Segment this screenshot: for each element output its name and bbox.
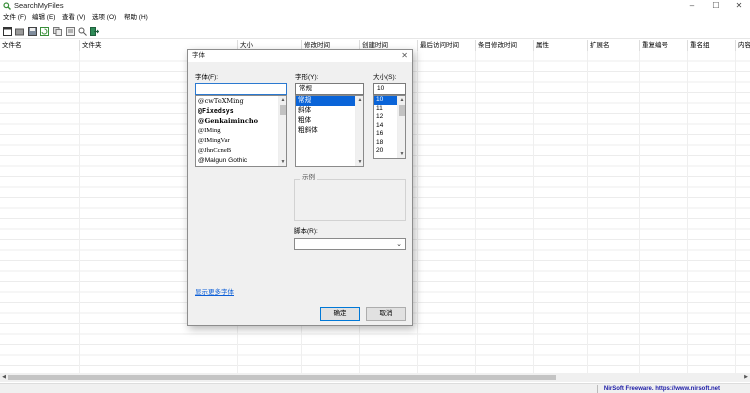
column-divider [79,51,80,373]
scroll-down-icon[interactable]: ▼ [356,158,363,166]
menu-file[interactable]: 文件 (F) [3,12,26,24]
close-button[interactable]: ✕ [728,0,750,12]
scroll-up-icon[interactable]: ▲ [356,96,363,104]
style-label: 字形(Y): [295,74,319,81]
font-list-scrollbar[interactable]: ▲ ▼ [278,96,286,166]
column-divider [417,51,418,373]
cancel-button[interactable]: 取消 [366,307,406,321]
script-label: 脚本(R): [294,228,318,235]
toolbar [0,25,750,39]
column-header-attributes[interactable]: 属性 [534,40,588,51]
style-list-item[interactable]: 粗体 [296,116,363,126]
dialog-title-bar: 字体 ✕ [188,50,412,62]
horizontal-scrollbar[interactable]: ◀ ▶ [0,373,750,382]
font-list-item[interactable]: @Fixedsys [196,106,286,116]
script-select[interactable]: ⌄ [294,238,406,250]
column-divider [587,51,588,373]
dialog-close-icon[interactable]: ✕ [401,51,408,61]
font-size-input[interactable]: 10 [373,83,406,95]
font-style-list[interactable]: 常规 斜体 粗体 粗斜体 ▲ ▼ [295,95,364,167]
scroll-down-icon[interactable]: ▼ [279,158,286,166]
copy-icon[interactable] [53,27,62,36]
column-divider [687,51,688,373]
column-divider [639,51,640,373]
font-list-item[interactable]: @JhnCcneB [196,146,286,156]
horizontal-scroll-thumb[interactable] [8,375,556,380]
style-list-item[interactable]: 粗斜体 [296,126,363,136]
font-list-item[interactable]: @IMingVar [196,136,286,146]
style-list-item[interactable]: 斜体 [296,106,363,116]
window-title: SearchMyFiles [14,1,64,10]
font-style-input[interactable]: 常规 [295,83,364,95]
column-header-content[interactable]: 内容 [736,40,750,51]
font-list[interactable]: @cwTeXMing @Fixedsys @Genkaimincho @IMin… [195,95,287,167]
menu-help[interactable]: 帮助 (H) [124,12,148,24]
font-name-input[interactable] [195,83,287,95]
scroll-up-icon[interactable]: ▲ [279,96,286,104]
find-icon[interactable] [78,27,87,36]
chevron-down-icon: ⌄ [396,241,402,248]
font-dialog: 字体 ✕ 字体(F): @cwTeXMing @Fixedsys @Genkai… [187,49,413,326]
maximize-button[interactable]: ☐ [705,0,727,12]
scroll-down-icon[interactable]: ▼ [398,150,405,158]
font-list-item[interactable]: @IMing [196,126,286,136]
column-header-name-group[interactable]: 重名组 [688,40,736,51]
font-label: 字体(F): [195,74,219,81]
scroll-right-icon[interactable]: ▶ [742,373,750,381]
exit-icon[interactable] [90,27,99,36]
dialog-title: 字体 [192,52,205,59]
sample-preview-box [294,179,406,221]
column-divider [533,51,534,373]
refresh-icon[interactable] [40,27,49,36]
title-bar: SearchMyFiles – ☐ ✕ [0,0,750,12]
font-list-item[interactable]: @cwTeXMing [196,96,286,106]
sample-label: 示例 [300,174,317,182]
ok-button[interactable]: 确定 [320,307,360,321]
scroll-thumb[interactable] [280,105,286,115]
app-magnifier-icon [3,2,11,10]
search-window-icon[interactable] [3,27,12,36]
font-list-item[interactable]: @Malgun Gothic [196,156,286,166]
status-bar: NirSoft Freeware. https://www.nirsoft.ne… [0,383,750,393]
column-divider [735,51,736,373]
font-size-list[interactable]: 10 11 12 14 16 18 20 ▲ ▼ [373,95,406,159]
font-list-item[interactable]: @Genkaimincho [196,116,286,126]
menu-options[interactable]: 选项 (O) [92,12,116,24]
minimize-button[interactable]: – [681,0,703,12]
scroll-up-icon[interactable]: ▲ [398,96,405,104]
column-header-extension[interactable]: 扩展名 [588,40,640,51]
column-header-entry-modified[interactable]: 条目修改时间 [476,40,534,51]
menu-view[interactable]: 查看 (V) [62,12,85,24]
scroll-thumb[interactable] [399,105,405,116]
status-freeware-link[interactable]: NirSoft Freeware. https://www.nirsoft.ne… [596,385,720,393]
column-header-accessed[interactable]: 最后访问时间 [418,40,476,51]
column-header-duplicate-number[interactable]: 重复编号 [640,40,688,51]
open-folder-icon[interactable] [15,27,24,36]
save-icon[interactable] [28,27,37,36]
column-divider [475,51,476,373]
size-list-scrollbar[interactable]: ▲ ▼ [397,96,405,158]
size-label: 大小(S): [373,74,397,81]
properties-icon[interactable] [66,27,75,36]
column-header-filename[interactable]: 文件名 [0,40,80,51]
menu-bar: 文件 (F) 编辑 (E) 查看 (V) 选项 (O) 帮助 (H) [0,12,750,24]
show-more-fonts-link[interactable]: 显示更多字体 [195,289,234,297]
style-list-item[interactable]: 常规 [296,96,363,106]
scroll-left-icon[interactable]: ◀ [0,373,8,381]
menu-edit[interactable]: 编辑 (E) [32,12,55,24]
style-list-scrollbar[interactable]: ▲ ▼ [355,96,363,166]
